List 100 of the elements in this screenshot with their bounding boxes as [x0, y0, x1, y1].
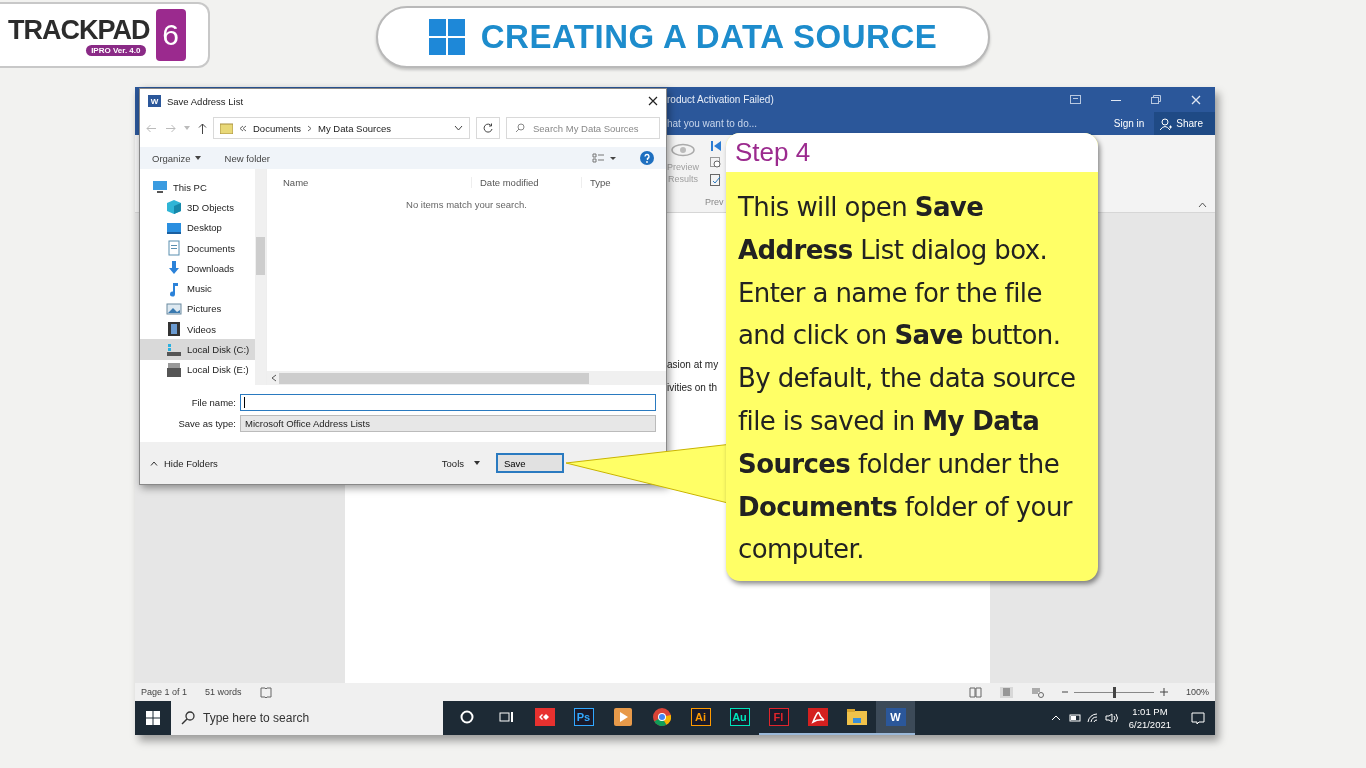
diamond-app-icon: [534, 708, 555, 726]
proofing-icon[interactable]: [259, 686, 272, 698]
find-recipient-icon[interactable]: [710, 157, 722, 169]
nav-item[interactable]: This PC: [140, 177, 255, 198]
column-header[interactable]: Type: [581, 176, 641, 188]
system-disk-icon: [166, 341, 182, 358]
nav-item[interactable]: Local Disk (C:): [140, 339, 255, 360]
nav-item[interactable]: Downloads: [140, 258, 255, 279]
taskbar-app-button[interactable]: Fl: [759, 701, 798, 735]
read-mode-icon[interactable]: [968, 686, 982, 698]
taskbar-app-button[interactable]: Au: [720, 701, 759, 735]
windows-logo-icon: [428, 19, 465, 55]
video-icon: [166, 321, 182, 338]
disk-icon: [166, 361, 182, 378]
share-button[interactable]: Share: [1154, 112, 1215, 135]
help-icon[interactable]: [640, 151, 654, 165]
window-title: roduct Activation Failed): [667, 94, 774, 105]
refresh-button[interactable]: [476, 117, 500, 139]
first-record-icon[interactable]: [710, 140, 722, 152]
app-tile-icon: Ai: [690, 708, 711, 726]
scroll-left-icon[interactable]: [271, 374, 277, 382]
nav-item[interactable]: Videos: [140, 319, 255, 340]
scrollbar[interactable]: [267, 371, 666, 385]
web-layout-icon[interactable]: [1030, 686, 1044, 698]
document-icon: [166, 240, 182, 257]
cube-icon: [166, 199, 182, 216]
view-options-icon[interactable]: [592, 153, 616, 163]
nav-item[interactable]: Local Disk (E:): [140, 359, 255, 380]
task-view-icon: [497, 710, 514, 724]
taskbar-search-field[interactable]: Type here to search: [171, 701, 443, 735]
document-text: asion at my: [667, 359, 720, 370]
save-type-dropdown[interactable]: Microsoft Office Address Lists: [240, 415, 656, 432]
folder-icon: [846, 709, 867, 725]
caret-icon: [194, 156, 201, 160]
new-folder-button[interactable]: New folder: [224, 152, 270, 164]
step-heading: Step 4: [735, 137, 811, 168]
edition-number: 6: [155, 9, 186, 61]
taskbar-app-button[interactable]: Ai: [681, 701, 720, 735]
field-label: Save as type:: [177, 418, 237, 429]
chevron-up-icon: [150, 460, 158, 466]
app-tile-icon: Ps: [573, 708, 594, 726]
wifi-icon[interactable]: [1086, 713, 1099, 723]
organize-menu[interactable]: Organize: [152, 152, 201, 164]
restore-icon[interactable]: [1151, 95, 1161, 104]
close-icon[interactable]: [648, 96, 658, 106]
word-count: 51 words: [205, 687, 242, 697]
word-app-icon: W: [148, 95, 161, 107]
ribbon-group-label: Prev: [705, 197, 724, 207]
nav-item[interactable]: Music: [140, 278, 255, 299]
document-text: ivities on th: [667, 382, 719, 393]
nav-item[interactable]: 3D Objects: [140, 197, 255, 218]
search-icon: [181, 711, 195, 725]
version-tag: IPRO Ver. 4.0: [86, 44, 146, 56]
sign-in-link[interactable]: Sign in: [1113, 118, 1145, 129]
app-tile-icon: Au: [729, 708, 750, 726]
empty-message: No items match your search.: [406, 199, 527, 210]
nav-item[interactable]: Pictures: [140, 298, 255, 320]
start-icon[interactable]: [146, 711, 160, 725]
ribbon-options-icon[interactable]: [1070, 95, 1081, 104]
tools-menu[interactable]: Tools: [441, 457, 480, 469]
picture-icon: [166, 300, 182, 317]
battery-icon[interactable]: [1066, 713, 1081, 723]
media-player-icon: [613, 708, 632, 726]
logo-wordmark: TRACKPAD: [8, 14, 150, 45]
clock[interactable]: 1:01 PM 6/21/2021: [1128, 705, 1171, 731]
taskbar-app-button[interactable]: W: [876, 701, 915, 735]
zoom-in-icon[interactable]: [1159, 688, 1168, 696]
chevron-up-icon[interactable]: [1050, 715, 1061, 721]
page-count: Page 1 of 1: [141, 687, 188, 697]
chrome-icon: [652, 708, 671, 726]
address-bar[interactable]: Documents My Data Sources: [213, 117, 470, 139]
zoom-slider-thumb[interactable]: [1112, 686, 1116, 698]
up-arrow-icon[interactable]: [198, 122, 207, 134]
speaker-icon[interactable]: [1104, 713, 1119, 723]
eye-icon: [670, 143, 696, 157]
caret-icon: [474, 461, 480, 465]
pc-icon: [152, 179, 168, 196]
zoom-percent: 100%: [1185, 687, 1209, 697]
search-field[interactable]: Search My Data Sources: [506, 117, 660, 139]
check-errors-icon[interactable]: [710, 174, 722, 186]
collapse-ribbon-icon[interactable]: [1198, 202, 1207, 208]
print-layout-icon[interactable]: [999, 686, 1013, 698]
nav-item[interactable]: Documents: [140, 237, 255, 259]
search-icon: [515, 123, 525, 133]
pdf-reader-icon: [807, 708, 828, 726]
tell-me-field[interactable]: hat you want to do...: [667, 118, 758, 129]
word-app-icon: W: [885, 708, 906, 726]
save-button[interactable]: Save: [496, 453, 564, 473]
scrollbar[interactable]: [255, 169, 266, 385]
file-name-field[interactable]: [240, 394, 656, 411]
column-header[interactable]: Name: [267, 176, 471, 188]
notification-icon[interactable]: [1191, 711, 1205, 725]
dialog-title: Save Address List: [167, 95, 244, 107]
banner-title: CREATING A DATA SOURCE: [480, 18, 938, 56]
nav-item[interactable]: Desktop: [140, 217, 255, 238]
cortana-icon: [459, 710, 474, 724]
column-header[interactable]: Date modified: [471, 176, 581, 188]
taskbar-app-button[interactable]: Ps: [564, 701, 603, 735]
hide-folders-button[interactable]: Hide Folders: [150, 457, 218, 469]
field-label: File name:: [190, 397, 237, 408]
